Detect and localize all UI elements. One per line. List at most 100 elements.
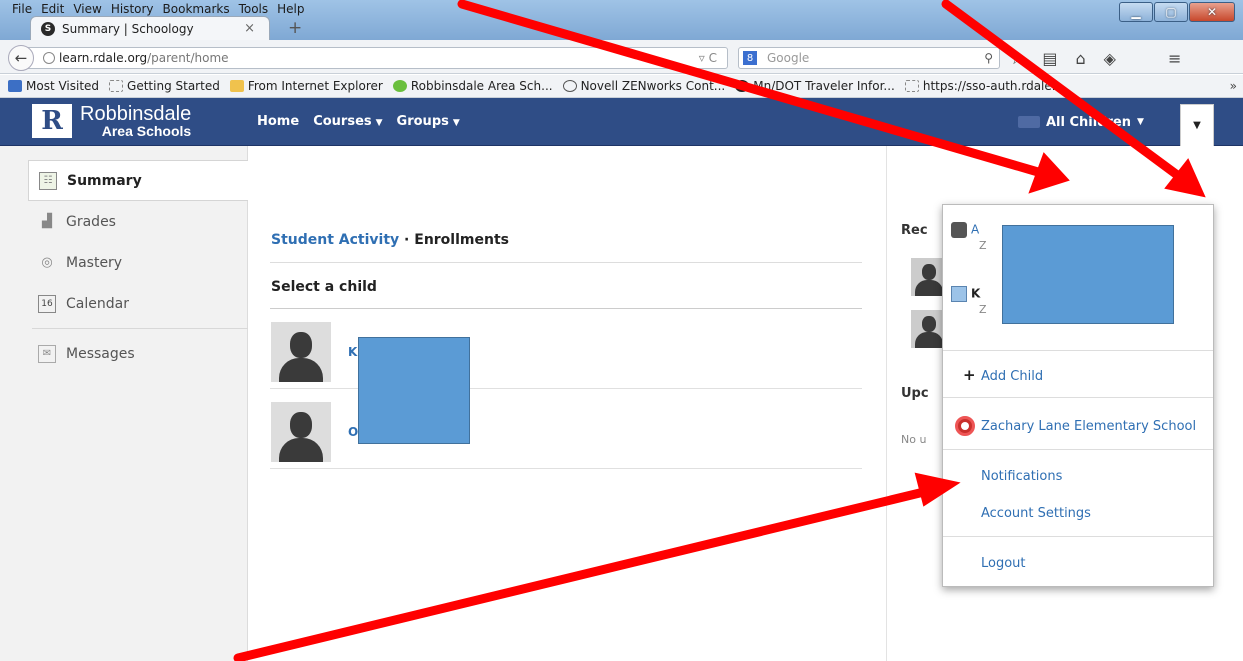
avatar xyxy=(271,402,331,462)
enrollments-label: Enrollments xyxy=(414,232,509,248)
sidebar-nav: ☷ Summary ▟ Grades ◎ Mastery 16 Calendar… xyxy=(28,160,248,374)
sidebar-item-messages[interactable]: ✉ Messages xyxy=(28,333,248,374)
logo-line1: Robbinsdale xyxy=(80,103,192,125)
children-icon xyxy=(1018,116,1040,128)
search-icon[interactable]: ⚲ xyxy=(984,51,993,65)
sidebar-item-calendar[interactable]: 16 Calendar xyxy=(28,283,248,324)
divider xyxy=(943,350,1213,351)
nav-groups[interactable]: Groups ▼ xyxy=(397,114,460,129)
child-name-link[interactable]: K xyxy=(348,345,357,359)
student-activity-link[interactable]: Student Activity xyxy=(271,232,399,248)
recent-activity-title: Rec xyxy=(901,223,928,238)
addon-icon[interactable]: ◈ xyxy=(1104,49,1116,68)
toolbar-icons: ☆ ▤ ⌂ ◈ ≡ xyxy=(1010,49,1181,68)
chevron-down-icon: ▼ xyxy=(452,118,460,128)
logout-link[interactable]: Logout xyxy=(981,556,1026,571)
menu-file[interactable]: File xyxy=(12,2,32,20)
most-visited-icon xyxy=(8,80,22,92)
left-sidebar: ☷ Summary ▟ Grades ◎ Mastery 16 Calendar… xyxy=(0,146,248,661)
sidebar-item-label: Summary xyxy=(67,172,142,189)
add-child-link[interactable]: Add Child xyxy=(981,369,1043,384)
nav-home[interactable]: Home xyxy=(257,114,299,129)
back-button[interactable]: ← xyxy=(8,45,34,71)
top-nav: Home Courses ▼ Groups ▼ xyxy=(257,114,460,129)
summary-icon: ☷ xyxy=(39,171,57,190)
browser-tab[interactable]: S Summary | Schoology × xyxy=(30,16,270,40)
mndot-icon xyxy=(735,80,750,92)
child-name-link[interactable]: O xyxy=(348,425,358,439)
divider xyxy=(943,397,1213,398)
chevron-down-icon: ▼ xyxy=(375,118,383,128)
avatar xyxy=(271,322,331,382)
annotation-arrow xyxy=(233,486,933,661)
bookmark-getting-started[interactable]: Getting Started xyxy=(109,79,220,93)
screenshot-root: File Edit View History Bookmarks Tools H… xyxy=(0,0,1243,661)
maximize-button[interactable]: ▢ xyxy=(1154,2,1188,22)
user-menu-button[interactable]: ▼ xyxy=(1180,104,1214,146)
reading-list-icon[interactable]: ▤ xyxy=(1042,49,1057,68)
home-icon[interactable]: ⌂ xyxy=(1075,49,1085,68)
envelope-icon: ✉ xyxy=(38,344,56,363)
menu-hamburger-icon[interactable]: ≡ xyxy=(1168,49,1181,68)
plus-icon: + xyxy=(963,366,976,384)
new-tab-button[interactable]: + xyxy=(288,18,302,38)
divider xyxy=(270,262,862,263)
search-bar[interactable]: 8 Google ⚲ xyxy=(738,47,1000,69)
logo-mark: R xyxy=(32,104,72,138)
notifications-link[interactable]: Notifications xyxy=(981,469,1062,484)
sidebar-item-mastery[interactable]: ◎ Mastery xyxy=(28,242,248,283)
student-photo-icon xyxy=(951,286,967,302)
logo-line2: Area Schools xyxy=(101,123,192,139)
url-bar[interactable]: learn.rdale.org/parent/home ▿ C xyxy=(28,47,728,69)
google-icon: 8 xyxy=(743,51,757,65)
window-controls: ▁ ▢ ✕ xyxy=(1119,2,1235,22)
bookmark-most-visited[interactable]: Most Visited xyxy=(8,79,99,93)
url-path: /parent/home xyxy=(147,51,229,65)
browser-titlebar: File Edit View History Bookmarks Tools H… xyxy=(0,0,1243,40)
child-selector[interactable]: All Children ▼ xyxy=(1018,110,1144,134)
bookmarks-overflow-button[interactable]: » xyxy=(1230,79,1237,93)
chevron-down-icon: ▼ xyxy=(1137,117,1144,127)
breadcrumb: Student Activity · Enrollments xyxy=(271,232,509,248)
browser-navbar: learn.rdale.org/parent/home ▿ C ← 8 Goog… xyxy=(0,40,1243,74)
dropdown-child-item[interactable]: K Z xyxy=(951,286,987,316)
globe-icon xyxy=(43,52,55,64)
school-link[interactable]: Zachary Lane Elementary School xyxy=(981,419,1196,434)
nav-courses[interactable]: Courses ▼ xyxy=(313,114,382,129)
tab-close-icon[interactable]: × xyxy=(244,21,255,36)
calendar-icon: 16 xyxy=(38,294,56,313)
sidebar-item-grades[interactable]: ▟ Grades xyxy=(28,201,248,242)
apple-icon xyxy=(392,80,407,92)
bookmark-mndot[interactable]: Mn/DOT Traveler Infor... xyxy=(735,79,895,93)
dropdown-child-item[interactable]: A Z xyxy=(951,222,987,252)
bookmark-robbinsdale[interactable]: Robbinsdale Area Sch... xyxy=(392,79,553,93)
section-title: Select a child xyxy=(271,279,377,295)
no-upcoming-text: No u xyxy=(901,433,927,446)
close-window-button[interactable]: ✕ xyxy=(1189,2,1235,22)
sidebar-item-label: Messages xyxy=(66,345,135,362)
bookmark-sso[interactable]: https://sso-auth.rdale... xyxy=(904,79,1063,93)
redaction-box xyxy=(358,337,470,444)
reload-icon[interactable]: ▿ C xyxy=(699,51,717,65)
divider xyxy=(943,536,1213,537)
page-icon xyxy=(109,80,124,92)
grades-icon: ▟ xyxy=(42,214,52,229)
bookmark-star-icon[interactable]: ☆ xyxy=(1010,49,1024,68)
divider xyxy=(943,449,1213,450)
account-settings-link[interactable]: Account Settings xyxy=(981,506,1091,521)
minimize-button[interactable]: ▁ xyxy=(1119,2,1153,22)
bookmarks-bar: Most Visited Getting Started From Intern… xyxy=(0,75,1243,98)
sidebar-item-label: Grades xyxy=(66,213,116,230)
page-icon xyxy=(904,80,919,92)
upcoming-title: Upc xyxy=(901,386,929,401)
sidebar-item-summary[interactable]: ☷ Summary xyxy=(28,160,248,201)
tab-title: Summary | Schoology xyxy=(62,21,194,36)
sidebar-divider xyxy=(32,328,248,329)
bookmark-from-ie[interactable]: From Internet Explorer xyxy=(229,79,383,93)
person-icon xyxy=(951,222,967,238)
district-logo[interactable]: R Robbinsdale Area Schools xyxy=(32,104,191,138)
schoology-favicon-icon: S xyxy=(41,21,55,36)
child-selector-label: All Children xyxy=(1046,114,1131,130)
bookmark-novell[interactable]: Novell ZENworks Cont... xyxy=(562,79,725,93)
sidebar-item-label: Calendar xyxy=(66,295,129,312)
